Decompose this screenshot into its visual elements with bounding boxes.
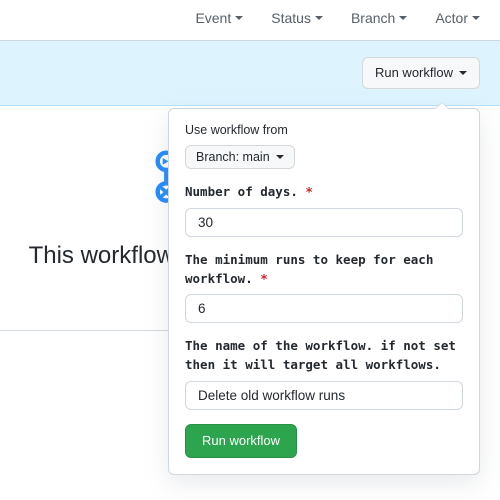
filter-actor[interactable]: Actor (435, 10, 480, 26)
run-workflow-popover: Use workflow from Branch: main Number of… (168, 108, 480, 475)
caret-down-icon (235, 16, 243, 20)
filter-bar: Event Status Branch Actor (0, 0, 500, 41)
run-workflow-trigger-button[interactable]: Run workflow (362, 57, 480, 89)
run-workflow-submit-label: Run workflow (202, 431, 280, 451)
run-workflow-trigger-label: Run workflow (375, 63, 453, 83)
workflow-name-input[interactable] (185, 381, 463, 410)
filter-status-label: Status (271, 10, 311, 26)
days-input[interactable] (185, 208, 463, 237)
days-label: Number of days. * (185, 183, 463, 202)
filter-actor-label: Actor (435, 10, 468, 26)
caret-down-icon (399, 16, 407, 20)
caret-down-icon (459, 71, 467, 75)
min-runs-label: The minimum runs to keep for each workfl… (185, 251, 463, 289)
caret-down-icon (276, 155, 284, 159)
caret-down-icon (472, 16, 480, 20)
min-runs-input[interactable] (185, 294, 463, 323)
filter-event[interactable]: Event (195, 10, 243, 26)
use-workflow-from-label: Use workflow from (185, 123, 463, 137)
filter-event-label: Event (195, 10, 231, 26)
branch-selector[interactable]: Branch: main (185, 145, 295, 169)
branch-selector-label: Branch: main (196, 150, 270, 164)
workflow-name-label: The name of the workflow. if not set the… (185, 337, 463, 375)
caret-down-icon (315, 16, 323, 20)
filter-branch[interactable]: Branch (351, 10, 407, 26)
dispatch-bar: Run workflow (0, 41, 500, 106)
filter-status[interactable]: Status (271, 10, 323, 26)
filter-branch-label: Branch (351, 10, 395, 26)
run-workflow-submit-button[interactable]: Run workflow (185, 424, 297, 458)
